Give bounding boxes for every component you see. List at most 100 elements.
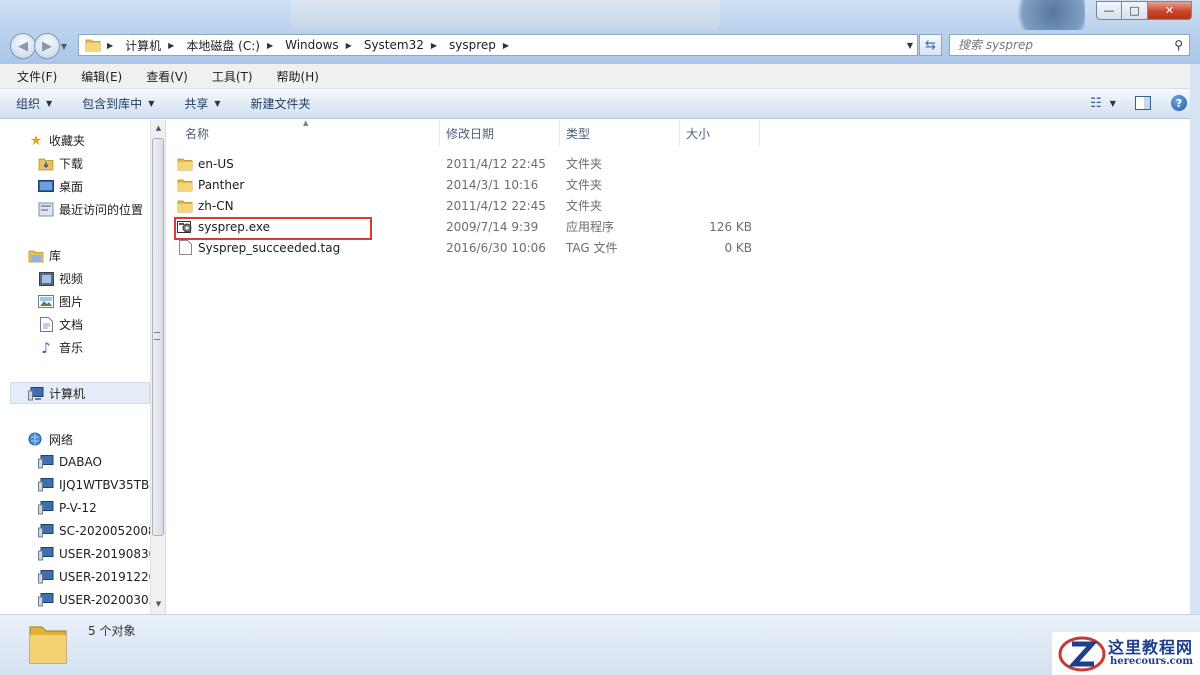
breadcrumb-sysprep[interactable]: sysprep <box>447 35 501 55</box>
nav-network-computer[interactable]: SC-2020052008 <box>38 523 156 539</box>
breadcrumb-computer[interactable]: 计算机 <box>123 35 166 55</box>
file-modified: 2014/3/1 10:16 <box>446 177 539 192</box>
scroll-down-arrow-icon[interactable]: ▼ <box>151 596 165 612</box>
breadcrumb-sep[interactable]: ▶ <box>429 35 447 55</box>
menu-help[interactable]: 帮助(H) <box>270 66 326 87</box>
breadcrumb-sep[interactable]: ▶ <box>344 35 362 55</box>
column-header-type[interactable]: 类型 <box>560 120 680 146</box>
document-icon <box>38 317 54 333</box>
menu-tools[interactable]: 工具(T) <box>205 66 260 87</box>
watermark: 这里教程网 herecours.com <box>1052 632 1200 675</box>
address-dropdown-icon[interactable]: ▼ <box>907 35 913 55</box>
file-modified: 2011/4/12 22:45 <box>446 198 546 213</box>
folder-icon <box>177 156 193 172</box>
refresh-button[interactable]: ⇆ <box>919 34 942 56</box>
address-bar[interactable]: ▶ 计算机 ▶ 本地磁盘 (C:) ▶ Windows ▶ System32 ▶… <box>78 34 918 56</box>
nav-music[interactable]: ♪ 音乐 <box>38 339 83 357</box>
column-header-size[interactable]: 大小 <box>680 120 760 146</box>
search-box[interactable]: ⚲ <box>949 34 1190 56</box>
column-header-name[interactable]: 名称 <box>179 120 440 146</box>
highlight-box <box>174 217 372 240</box>
network-icon <box>28 432 44 448</box>
view-options-button[interactable]: ☷ ▼ <box>1090 93 1116 113</box>
network-computer-icon <box>38 500 54 516</box>
folder-icon <box>85 39 101 52</box>
details-pane: 5 个对象 <box>0 614 1200 675</box>
file-size: 126 KB <box>709 219 752 234</box>
nav-desktop[interactable]: 桌面 <box>38 178 83 195</box>
nav-buttons: ◀ ▶ ▼ <box>10 33 70 59</box>
network-computer-icon <box>38 454 54 470</box>
folder-icon <box>177 177 193 193</box>
menu-edit[interactable]: 编辑(E) <box>74 66 129 87</box>
nav-network-computer[interactable]: USER-20190830 <box>38 546 156 562</box>
share-button[interactable]: 共享 ▼ <box>184 95 220 112</box>
file-row[interactable]: Panther <box>177 174 427 195</box>
maximize-button[interactable]: □ <box>1122 1 1148 20</box>
nav-network-computer[interactable]: DABAO <box>38 454 102 470</box>
nav-network-computer[interactable]: IJQ1WTBV35TB <box>38 477 149 493</box>
recent-places-icon <box>38 202 54 218</box>
file-type: 文件夹 <box>566 178 603 192</box>
breadcrumb-sep[interactable]: ▶ <box>501 35 519 55</box>
file-list: 名称 ▲ 修改日期 类型 大小 en-US 2011/4/12 22:45 文件… <box>167 119 1190 614</box>
minimize-button[interactable]: — <box>1096 1 1122 20</box>
recent-pages-dropdown[interactable]: ▼ <box>58 33 70 59</box>
file-modified: 2011/4/12 22:45 <box>446 156 546 171</box>
menu-file[interactable]: 文件(F) <box>10 66 64 87</box>
file-modified: 2009/7/14 9:39 <box>446 219 539 234</box>
site-logo-icon <box>1058 636 1106 672</box>
close-button[interactable]: ✕ <box>1148 1 1192 20</box>
menu-view[interactable]: 查看(V) <box>139 66 195 87</box>
file-size: 0 KB <box>724 240 752 255</box>
nav-documents[interactable]: 文档 <box>38 316 83 333</box>
organize-button[interactable]: 组织 ▼ <box>16 95 52 112</box>
breadcrumb-windows[interactable]: Windows <box>283 35 344 55</box>
nav-recent-places[interactable]: 最近访问的位置 <box>38 201 143 218</box>
search-input[interactable] <box>950 38 1160 52</box>
include-in-library-button[interactable]: 包含到库中 ▼ <box>82 95 154 112</box>
command-bar: 组织 ▼ 包含到库中 ▼ 共享 ▼ 新建文件夹 ☷ ▼ ? <box>0 89 1200 119</box>
folder-large-icon <box>29 626 67 664</box>
nav-computer[interactable]: 计算机 <box>28 385 85 402</box>
nav-videos[interactable]: 视频 <box>38 270 83 287</box>
scroll-up-arrow-icon[interactable]: ▲ <box>151 120 165 136</box>
preview-pane-button[interactable] <box>1132 93 1154 113</box>
refresh-icon: ⇆ <box>925 37 936 53</box>
nav-network-computer[interactable]: P-V-12 <box>38 500 97 516</box>
window-controls: — □ ✕ <box>1096 1 1192 20</box>
background-window-blur <box>290 0 720 30</box>
new-folder-button[interactable]: 新建文件夹 <box>251 95 311 112</box>
window-right-edge <box>1190 64 1200 675</box>
chevron-down-icon: ▼ <box>46 99 53 108</box>
background-window-blur-2 <box>1005 0 1085 30</box>
breadcrumb-system32[interactable]: System32 <box>362 35 429 55</box>
file-row[interactable]: en-US <box>177 153 427 174</box>
search-icon[interactable]: ⚲ <box>1174 38 1183 52</box>
file-type: TAG 文件 <box>566 241 618 255</box>
column-header-modified[interactable]: 修改日期 <box>440 120 560 146</box>
file-row[interactable]: zh-CN <box>177 195 427 216</box>
breadcrumb-drive-c[interactable]: 本地磁盘 (C:) <box>184 35 265 55</box>
breadcrumb-sep[interactable]: ▶ <box>265 35 283 55</box>
breadcrumb-root-arrow[interactable]: ▶ <box>105 35 123 55</box>
library-icon <box>28 248 44 264</box>
nav-pictures[interactable]: 图片 <box>38 293 83 310</box>
breadcrumb-sep[interactable]: ▶ <box>166 35 184 55</box>
nav-downloads[interactable]: 下载 <box>38 155 83 172</box>
file-type: 文件夹 <box>566 199 603 213</box>
file-row[interactable]: Sysprep_succeeded.tag <box>177 237 427 258</box>
nav-network-computer[interactable]: USER-20191220 <box>38 569 156 585</box>
nav-scrollbar[interactable]: ▲ ▼ <box>150 120 165 614</box>
nav-network[interactable]: 网络 <box>28 431 73 448</box>
file-icon <box>177 240 193 256</box>
watermark-url: herecours.com <box>1110 656 1194 667</box>
desktop-icon <box>38 179 54 195</box>
nav-favorites[interactable]: ★ 收藏夹 <box>28 132 85 149</box>
nav-network-computer[interactable]: USER-20200305 <box>38 592 156 608</box>
back-button[interactable]: ◀ <box>10 33 36 59</box>
chevron-down-icon: ▼ <box>214 99 221 108</box>
help-button[interactable]: ? <box>1168 93 1190 113</box>
forward-button[interactable]: ▶ <box>34 33 60 59</box>
nav-libraries[interactable]: 库 <box>28 247 61 264</box>
